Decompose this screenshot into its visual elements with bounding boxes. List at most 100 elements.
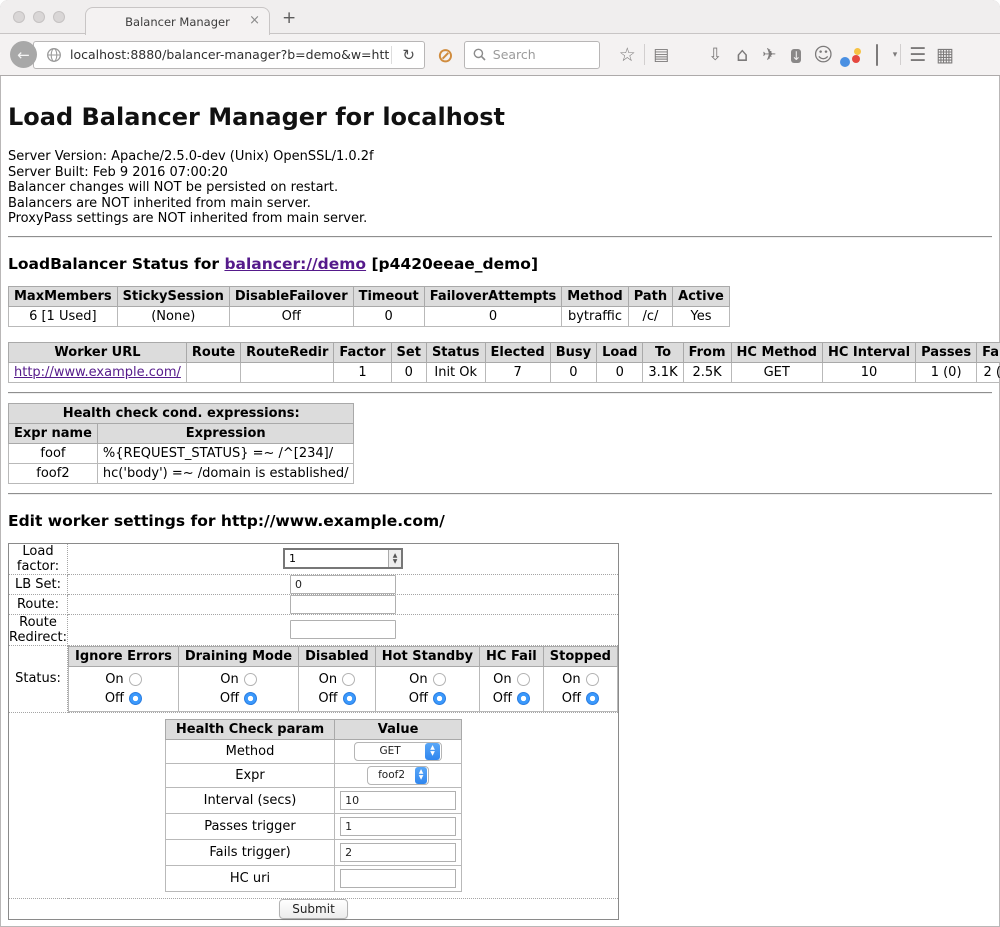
tab-title: Balancer Manager — [125, 15, 230, 29]
number-stepper-icon[interactable]: ▲▼ — [388, 550, 401, 567]
balancers-note-line: Balancers are NOT inherited from main se… — [8, 196, 992, 212]
divider — [8, 392, 992, 394]
new-tab-button[interactable]: + — [282, 8, 296, 28]
tab-close-icon[interactable]: × — [249, 14, 260, 28]
adblock-disabled-icon[interactable]: ⊘ — [437, 43, 454, 67]
passes-trigger-input[interactable] — [340, 817, 456, 836]
table-row: Method GET ▲▼ — [165, 739, 461, 763]
table-row: Passes trigger — [165, 813, 461, 839]
route-input[interactable] — [290, 595, 396, 614]
table-row: foof2 hc('body') =~ /domain is establish… — [9, 463, 354, 483]
feedback-smiley-icon[interactable]: ☺ — [810, 44, 837, 66]
search-icon — [473, 48, 486, 61]
health-check-expressions-table: Health check cond. expressions: Expr nam… — [8, 403, 354, 484]
url-text[interactable]: localhost:8880/balancer-manager?b=demo&w… — [70, 47, 389, 62]
site-identity-globe-icon[interactable] — [46, 47, 62, 63]
hot-standby-on-radio[interactable] — [433, 673, 446, 686]
select-chevrons-icon: ▲▼ — [425, 743, 440, 760]
url-bar-divider — [391, 46, 392, 64]
lb-set-label: LB Set: — [9, 574, 68, 594]
divider — [8, 493, 992, 495]
form-row-submit: Submit — [9, 898, 619, 919]
hc-uri-input[interactable] — [340, 869, 456, 888]
interval-input[interactable] — [340, 791, 456, 810]
window-controls — [13, 11, 65, 23]
disabled-on-radio[interactable] — [342, 673, 355, 686]
form-row-route: Route: — [9, 594, 619, 614]
load-factor-input[interactable]: ▲▼ — [283, 548, 403, 569]
form-row-health-check: Health Check param Value Method GET ▲▼ — [9, 712, 619, 898]
bookmark-star-icon[interactable]: ☆ — [614, 44, 641, 66]
table-row: Expr foof2 ▲▼ — [165, 763, 461, 787]
fails-trigger-label: Fails trigger) — [165, 839, 334, 865]
close-window-button[interactable] — [13, 11, 25, 23]
hot-standby-off-radio[interactable] — [433, 692, 446, 705]
form-row-status: Status: Ignore Errors Draining Mode Disa… — [9, 645, 619, 712]
ignore-errors-off-radio[interactable] — [129, 692, 142, 705]
stopped-on-radio[interactable] — [586, 673, 599, 686]
fails-trigger-input[interactable] — [340, 843, 456, 862]
submit-button[interactable]: Submit — [279, 899, 348, 919]
edit-worker-form: Load factor: ▲▼ LB Set: Route: Route Red… — [8, 543, 619, 920]
browser-window: Balancer Manager × + ← localhost:8880/ba… — [0, 0, 1000, 927]
url-bar[interactable]: localhost:8880/balancer-manager?b=demo&w… — [33, 41, 425, 69]
disabled-off-radio[interactable] — [343, 692, 356, 705]
zoom-window-button[interactable] — [53, 11, 65, 23]
table-row: 6 [1 Used] (None) Off 0 0 bytraffic /c/ … — [9, 306, 730, 326]
status-label: Status: — [9, 645, 68, 712]
balancer-demo-link[interactable]: balancer://demo — [224, 255, 366, 273]
battery-addon-icon[interactable] — [864, 45, 891, 65]
minimize-window-button[interactable] — [33, 11, 45, 23]
lb-set-input[interactable] — [290, 575, 396, 594]
worker-url-link[interactable]: http://www.example.com/ — [14, 365, 181, 380]
table-header-row: MaxMembers StickySession DisableFailover… — [9, 286, 730, 306]
table-header-row: Worker URL Route RouteRedir Factor Set S… — [9, 342, 1000, 362]
tab-bar: Balancer Manager × + — [0, 0, 1000, 34]
browser-tab[interactable]: Balancer Manager × — [85, 7, 270, 35]
method-label: Method — [165, 739, 334, 763]
home-icon[interactable]: ⌂ — [729, 44, 756, 66]
load-factor-label: Load factor: — [9, 543, 68, 574]
reading-list-icon[interactable]: ▤ — [648, 45, 675, 65]
route-redirect-input[interactable] — [290, 620, 396, 639]
stopped-off-radio[interactable] — [586, 692, 599, 705]
back-arrow-icon: ← — [17, 46, 30, 64]
server-built-line: Server Built: Feb 9 2016 07:00:20 — [8, 165, 992, 181]
health-check-param-table: Health Check param Value Method GET ▲▼ — [165, 719, 462, 892]
server-info: Server Version: Apache/2.5.0-dev (Unix) … — [8, 149, 992, 227]
downloads-icon[interactable]: ⇩ — [702, 45, 729, 65]
search-bar[interactable]: Search — [464, 41, 600, 69]
download-square-icon[interactable]: ↓ — [783, 45, 810, 65]
page-title: Load Balancer Manager for localhost — [8, 103, 992, 131]
server-version-line: Server Version: Apache/2.5.0-dev (Unix) … — [8, 149, 992, 165]
expr-select[interactable]: foof2 ▲▼ — [367, 766, 429, 785]
hc-fail-on-radio[interactable] — [517, 673, 530, 686]
draining-mode-off-radio[interactable] — [244, 692, 257, 705]
overflow-caret-icon[interactable]: ▾ — [893, 50, 898, 60]
worker-status-table: Worker URL Route RouteRedir Factor Set S… — [8, 342, 1000, 383]
form-row-load-factor: Load factor: ▲▼ — [9, 543, 619, 574]
reload-icon[interactable]: ↻ — [393, 46, 424, 64]
table-row: http://www.example.com/ 1 0 Init Ok 7 0 … — [9, 362, 1000, 382]
toolbar-buttons: ☆ ▤ ⇩ ⌂ ✈ ↓ ☺ ▾ ☰ ▦ — [614, 44, 959, 66]
method-select[interactable]: GET ▲▼ — [354, 742, 442, 761]
route-redirect-label: Route Redirect: — [9, 614, 68, 645]
loadbalancer-status-heading: LoadBalancer Status for balancer://demo … — [8, 255, 992, 273]
form-row-route-redirect: Route Redirect: — [9, 614, 619, 645]
ignore-errors-on-radio[interactable] — [129, 673, 142, 686]
interval-label: Interval (secs) — [165, 787, 334, 813]
table-header-row: Health Check param Value — [165, 719, 461, 739]
table-title-row: Health check cond. expressions: — [9, 403, 354, 423]
hc-fail-off-radio[interactable] — [517, 692, 530, 705]
edit-worker-settings-heading: Edit worker settings for http://www.exam… — [8, 512, 992, 530]
tab-groups-icon[interactable]: ▦ — [931, 44, 958, 66]
form-row-lb-set: LB Set: — [9, 574, 619, 594]
table-row: Fails trigger) — [165, 839, 461, 865]
hc-uri-label: HC uri — [165, 865, 334, 891]
toolbar-divider — [644, 44, 645, 65]
menu-hamburger-icon[interactable]: ☰ — [904, 44, 931, 66]
select-chevrons-icon: ▲▼ — [415, 767, 427, 784]
draining-mode-on-radio[interactable] — [244, 673, 257, 686]
send-to-device-icon[interactable]: ✈ — [756, 45, 783, 65]
back-button[interactable]: ← — [10, 41, 37, 68]
